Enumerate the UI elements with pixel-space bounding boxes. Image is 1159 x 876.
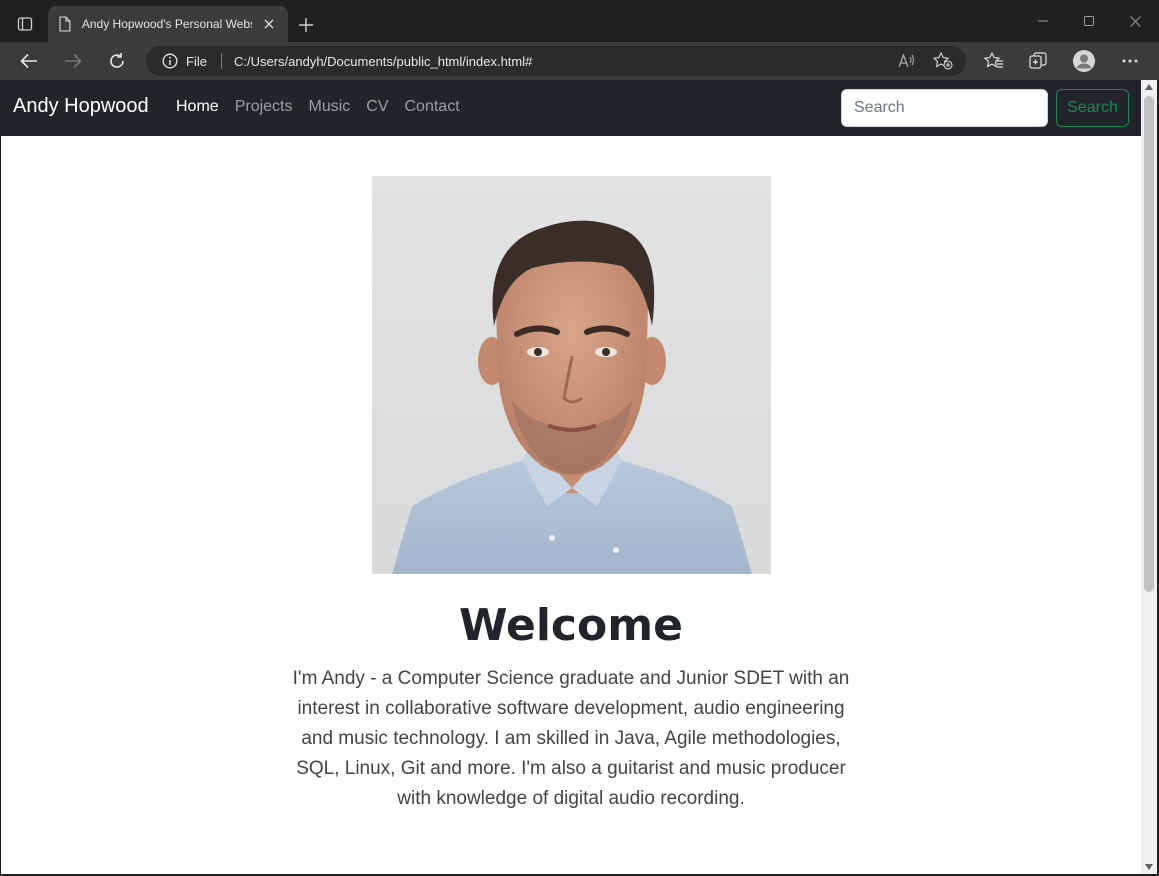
- page-file-icon: [59, 16, 71, 32]
- minimize-icon: [1038, 20, 1048, 22]
- welcome-heading: Welcome: [459, 600, 683, 651]
- triangle-up-icon: [1145, 84, 1153, 90]
- close-icon: [264, 19, 274, 29]
- browser-toolbar: File C:/Users/andyh/Documents/public_htm…: [0, 42, 1159, 80]
- site-brand[interactable]: Andy Hopwood: [13, 95, 149, 118]
- tab-actions-button[interactable]: [10, 10, 40, 38]
- plus-icon: [299, 18, 313, 32]
- scroll-down-button[interactable]: [1141, 860, 1157, 874]
- refresh-button[interactable]: [101, 46, 133, 76]
- tab-close-button[interactable]: [260, 15, 278, 33]
- star-add-icon: [933, 52, 953, 70]
- scroll-up-button[interactable]: [1141, 80, 1157, 94]
- nav-link-contact[interactable]: Contact: [405, 98, 460, 116]
- scrollbar-thumb[interactable]: [1144, 96, 1154, 592]
- address-bar[interactable]: File C:/Users/andyh/Documents/public_htm…: [146, 46, 966, 76]
- close-icon: [1129, 15, 1141, 27]
- triangle-down-icon: [1145, 864, 1153, 870]
- profile-button[interactable]: [1068, 46, 1100, 76]
- nav-link-cv[interactable]: CV: [366, 98, 388, 116]
- read-aloud-icon: [898, 53, 915, 68]
- forward-button[interactable]: [57, 46, 89, 76]
- browser-titlebar: Andy Hopwood's Personal Website: [0, 0, 1159, 42]
- page-viewport: Andy Hopwood Home Projects Music CV Cont…: [1, 80, 1141, 874]
- search-input[interactable]: [841, 89, 1048, 127]
- site-navbar: Andy Hopwood Home Projects Music CV Cont…: [1, 80, 1141, 136]
- arrow-left-icon: [20, 53, 37, 69]
- new-tab-button[interactable]: [292, 12, 320, 38]
- info-icon: [162, 53, 178, 69]
- nav-link-home[interactable]: Home: [176, 98, 219, 116]
- collections-button[interactable]: [1022, 46, 1054, 76]
- page-scrollbar[interactable]: [1141, 80, 1157, 874]
- profile-photo: [372, 176, 771, 574]
- back-button[interactable]: [13, 46, 45, 76]
- add-favorite-button[interactable]: [928, 46, 958, 76]
- refresh-icon: [110, 53, 124, 68]
- site-nav: Home Projects Music CV Contact: [176, 98, 476, 116]
- tab-actions-icon: [17, 17, 33, 31]
- maximize-icon: [1084, 16, 1094, 26]
- address-divider: [220, 53, 222, 69]
- favorites-button[interactable]: [978, 46, 1010, 76]
- more-horizontal-icon: [1122, 59, 1138, 63]
- address-scheme-label: File: [186, 53, 207, 69]
- nav-link-projects[interactable]: Projects: [235, 98, 293, 116]
- intro-paragraph: I'm Andy - a Computer Science graduate a…: [292, 668, 850, 809]
- arrow-right-icon: [65, 53, 82, 69]
- close-window-button[interactable]: [1112, 8, 1158, 34]
- search-button[interactable]: Search: [1056, 89, 1129, 127]
- maximize-button[interactable]: [1066, 8, 1112, 34]
- collections-icon: [1029, 52, 1047, 69]
- favorites-icon: [984, 52, 1003, 68]
- address-url[interactable]: C:/Users/andyh/Documents/public_html/ind…: [234, 54, 532, 69]
- avatar-icon: [1073, 50, 1095, 72]
- minimize-button[interactable]: [1020, 8, 1066, 34]
- tab-title: Andy Hopwood's Personal Website: [81, 17, 253, 31]
- more-options-button[interactable]: [1114, 46, 1146, 76]
- browser-tab-active[interactable]: Andy Hopwood's Personal Website: [48, 6, 288, 42]
- read-aloud-button[interactable]: [892, 46, 922, 76]
- nav-link-music[interactable]: Music: [308, 98, 350, 116]
